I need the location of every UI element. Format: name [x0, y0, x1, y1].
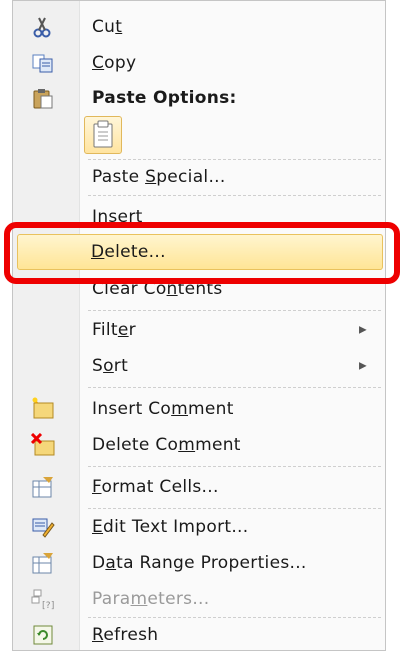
paste-button[interactable] [84, 116, 122, 154]
edit-text-import-icon [31, 515, 55, 539]
submenu-arrow-icon: ▶ [359, 324, 367, 336]
menu-item-sort[interactable]: Sort ▶ [13, 348, 385, 384]
separator [88, 310, 381, 311]
menu-item-delete-comment[interactable]: Delete Comment [13, 427, 385, 463]
menu-section-paste-options: Paste Options: [13, 81, 385, 115]
menu-item-cut[interactable]: Cut [13, 9, 385, 45]
menu-item-data-range-properties[interactable]: Data Range Properties... [13, 545, 385, 581]
menu-item-copy[interactable]: Copy [13, 45, 385, 81]
scissors-icon [31, 15, 55, 39]
separator [88, 466, 381, 467]
menu-item-label: Data Range Properties... [92, 553, 307, 573]
menu-item-label: Paste Special... [92, 167, 226, 187]
menu-item-label: Delete Comment [92, 435, 241, 455]
menu-item-label: Edit Text Import... [92, 517, 249, 537]
insert-comment-icon [31, 397, 55, 421]
menu-item-edit-text-import[interactable]: Edit Text Import... [13, 509, 385, 545]
menu-item-format-cells[interactable]: Format Cells... [13, 469, 385, 505]
menu-item-filter[interactable]: Filter ▶ [13, 312, 385, 348]
parameters-icon: [?] [31, 587, 55, 611]
menu-item-label: Sort [92, 356, 129, 376]
separator [88, 195, 381, 196]
menu-item-label: Copy [92, 53, 137, 73]
menu-item-label: Filter [92, 320, 136, 340]
format-cells-icon [31, 475, 55, 499]
menu-item-label: Refresh [92, 625, 159, 645]
menu-item-parameters: [?] Parameters... [13, 581, 385, 617]
submenu-arrow-icon: ▶ [359, 360, 367, 372]
menu-item-insert-comment[interactable]: Insert Comment [13, 391, 385, 427]
data-range-properties-icon [31, 551, 55, 575]
menu-item-paste-special[interactable]: Paste Special... [13, 159, 385, 195]
separator [88, 387, 381, 388]
clipboard-icon [31, 86, 55, 110]
menu-item-refresh[interactable]: Refresh [13, 617, 385, 653]
copy-icon [31, 51, 55, 75]
svg-text:[?]: [?] [42, 601, 55, 611]
paste-options-label: Paste Options: [92, 88, 237, 108]
menu-item-label: Cut [92, 17, 123, 37]
delete-comment-icon [30, 432, 55, 457]
menu-item-label: Insert Comment [92, 399, 234, 419]
clipboard-icon [93, 120, 113, 148]
menu-item-label: Parameters... [92, 589, 210, 609]
context-menu: Cut Copy Paste Options: Paste Special...… [12, 0, 386, 651]
menu-item-label: Format Cells... [92, 477, 219, 497]
refresh-icon [31, 623, 55, 647]
annotation-highlight-box [4, 222, 400, 284]
